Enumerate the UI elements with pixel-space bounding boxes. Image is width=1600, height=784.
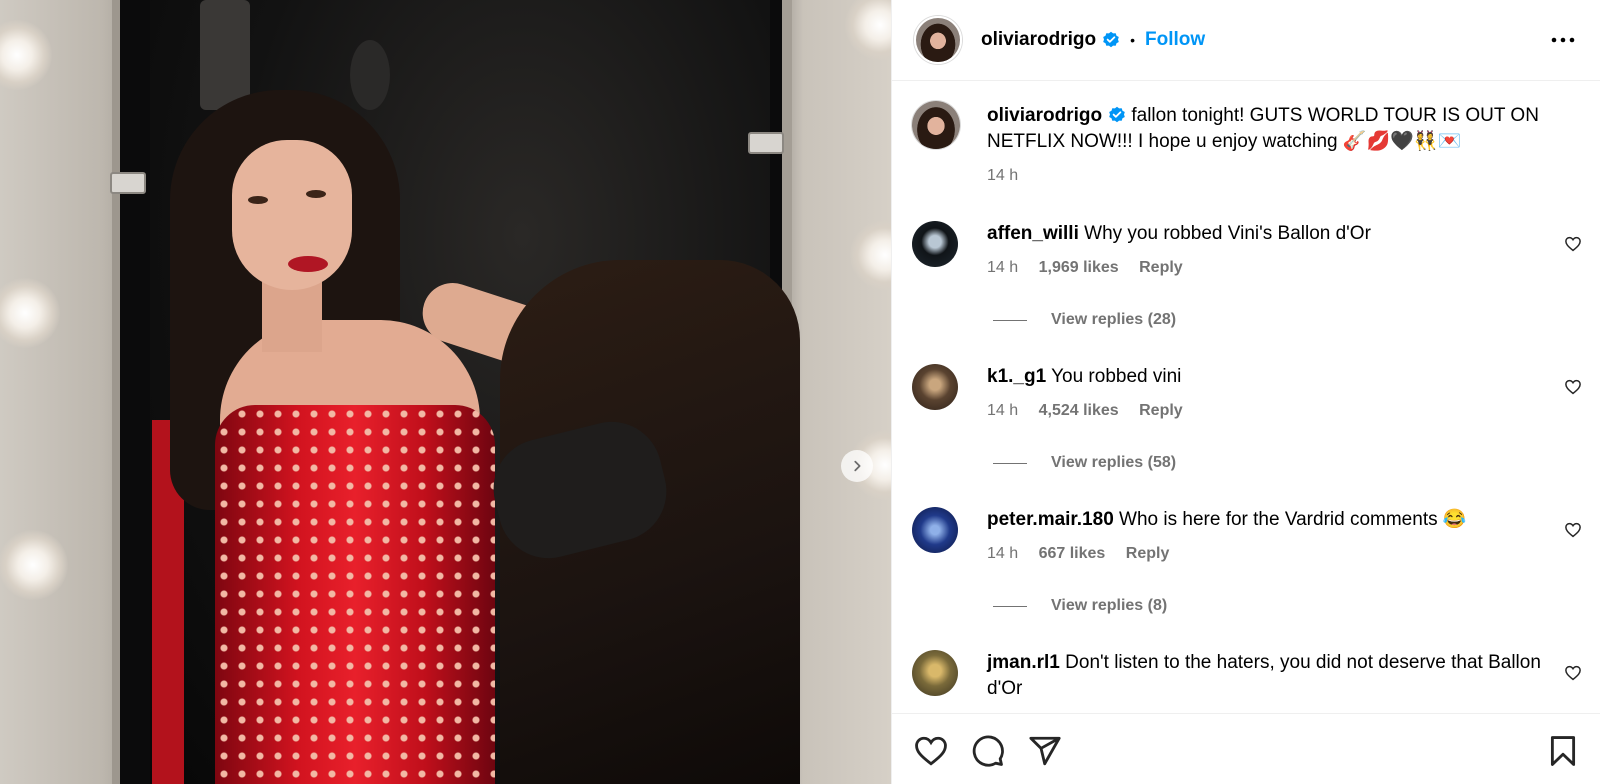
- view-replies-label: View replies (58): [1051, 454, 1177, 471]
- commenter-avatar[interactable]: [912, 364, 958, 410]
- heart-icon[interactable]: [1564, 664, 1582, 682]
- comment-item: jman.rl1 Don't listen to the haters, you…: [912, 650, 1582, 713]
- more-options-button[interactable]: [1549, 26, 1577, 54]
- verified-badge-icon: [1109, 106, 1125, 123]
- author-avatar[interactable]: [912, 101, 960, 149]
- comment-text: You robbed vini: [1051, 366, 1182, 387]
- author-username[interactable]: oliviarodrigo: [981, 29, 1096, 51]
- more-options-icon: [1551, 37, 1575, 43]
- comment-timestamp[interactable]: 14 h: [987, 402, 1018, 419]
- red-dress: [215, 405, 495, 784]
- follow-button[interactable]: Follow: [1145, 29, 1205, 51]
- avatar-image: [912, 101, 960, 149]
- mirror-rig: [350, 40, 390, 110]
- post-media[interactable]: [0, 0, 891, 784]
- vanity-bulb: [0, 530, 68, 600]
- mirror-hinge: [110, 172, 146, 194]
- comment-meta: 14 h 1,969 likes Reply: [987, 255, 1547, 281]
- view-replies-label: View replies (28): [1051, 311, 1177, 328]
- separator-dot: •: [1130, 32, 1135, 48]
- comment-timestamp[interactable]: 14 h: [987, 259, 1018, 276]
- chevron-right-icon: [854, 460, 861, 472]
- post-header: oliviarodrigo • Follow: [892, 0, 1600, 81]
- reply-button[interactable]: Reply: [1139, 259, 1183, 276]
- caption-timestamp[interactable]: 14 h: [987, 167, 1018, 184]
- comment-item: peter.mair.180 Who is here for the Vardr…: [912, 507, 1582, 627]
- heart-icon[interactable]: [914, 734, 948, 768]
- reply-button[interactable]: Reply: [1139, 402, 1183, 419]
- replies-divider: [993, 462, 1027, 464]
- view-replies-label: View replies (8): [1051, 597, 1168, 614]
- comment-meta: 14 h 4,524 likes Reply: [987, 398, 1547, 424]
- comments-section[interactable]: oliviarodrigo fallon tonight! GUTS WORLD…: [892, 81, 1600, 713]
- commenter-avatar[interactable]: [912, 221, 958, 267]
- subject-neck: [262, 282, 322, 352]
- comment-item: affen_willi Why you robbed Vini's Ballon…: [912, 221, 1582, 341]
- bookmark-icon[interactable]: [1546, 734, 1580, 768]
- comment-body: affen_willi Why you robbed Vini's Ballon…: [987, 221, 1547, 281]
- heart-icon[interactable]: [1564, 378, 1582, 396]
- commenter-username[interactable]: affen_willi: [987, 223, 1079, 244]
- comment-timestamp[interactable]: 14 h: [987, 545, 1018, 562]
- mirror-hinge: [748, 132, 784, 154]
- commenter-username[interactable]: jman.rl1: [987, 652, 1060, 673]
- replies-divider: [993, 605, 1027, 607]
- commenter-avatar[interactable]: [912, 507, 958, 553]
- subject-eye: [306, 190, 326, 198]
- view-replies-button[interactable]: View replies (58): [987, 454, 1176, 472]
- comment-icon[interactable]: [971, 734, 1005, 768]
- share-icon[interactable]: [1028, 734, 1062, 768]
- comment-text: Don't listen to the haters, you did not …: [987, 652, 1541, 699]
- mirror-rig: [200, 0, 250, 110]
- subject-lips: [288, 256, 328, 272]
- commenter-username[interactable]: k1._g1: [987, 366, 1046, 387]
- heart-icon[interactable]: [1564, 235, 1582, 253]
- caption-username[interactable]: oliviarodrigo: [987, 105, 1102, 126]
- heart-icon[interactable]: [1564, 521, 1582, 539]
- verified-badge-icon: [1103, 31, 1119, 48]
- comment-body: jman.rl1 Don't listen to the haters, you…: [987, 650, 1547, 702]
- comment-body: k1._g1 You robbed vini 14 h 4,524 likes …: [987, 364, 1547, 424]
- view-replies-button[interactable]: View replies (8): [987, 597, 1167, 615]
- caption-meta: 14 h: [987, 163, 1547, 189]
- caption-body: oliviarodrigo fallon tonight! GUTS WORLD…: [987, 103, 1547, 189]
- comment-body: peter.mair.180 Who is here for the Vardr…: [987, 507, 1547, 567]
- comment-likes[interactable]: 1,969 likes: [1039, 259, 1119, 276]
- reply-button[interactable]: Reply: [1126, 545, 1170, 562]
- subject-eye: [248, 196, 268, 204]
- author-avatar[interactable]: [914, 16, 962, 64]
- comment-text: Who is here for the Vardrid comments 😂: [1119, 509, 1467, 530]
- comment-likes[interactable]: 4,524 likes: [1039, 402, 1119, 419]
- replies-divider: [993, 319, 1027, 321]
- comment-item: k1._g1 You robbed vini 14 h 4,524 likes …: [912, 364, 1582, 484]
- comment-likes[interactable]: 667 likes: [1039, 545, 1106, 562]
- commenter-username[interactable]: peter.mair.180: [987, 509, 1114, 530]
- post-caption: oliviarodrigo fallon tonight! GUTS WORLD…: [912, 101, 1582, 191]
- avatar-image: [916, 18, 960, 62]
- comment-meta: 14 h 667 likes Reply: [987, 541, 1547, 567]
- comment-text: Why you robbed Vini's Ballon d'Or: [1084, 223, 1371, 244]
- next-image-button[interactable]: [841, 450, 873, 482]
- commenter-avatar[interactable]: [912, 650, 958, 696]
- view-replies-button[interactable]: View replies (28): [987, 311, 1176, 329]
- post-action-bar: [892, 713, 1600, 784]
- post-side-panel: oliviarodrigo • Follow oliviarodrigo fal: [891, 0, 1600, 784]
